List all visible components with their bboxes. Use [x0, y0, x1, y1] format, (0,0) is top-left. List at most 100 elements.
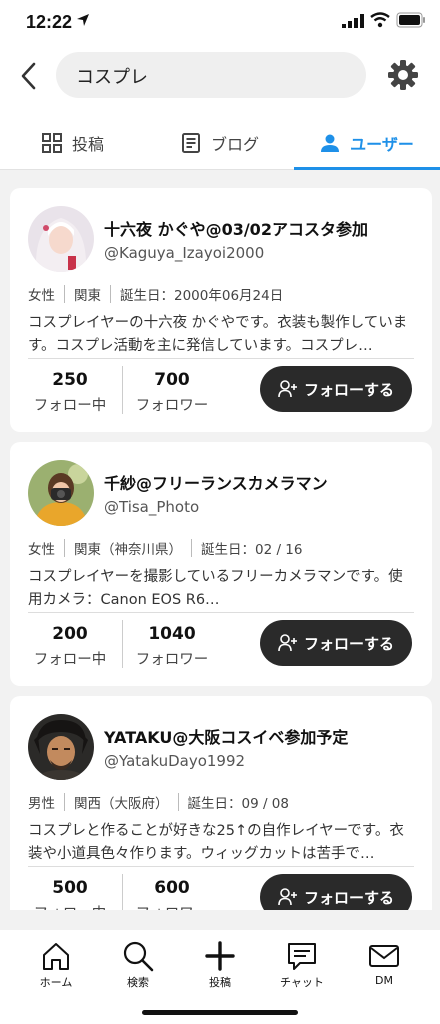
user-list: 十六夜 かぐや@03/02アコスタ参加 @Kaguya_Izayoi2000 女… [0, 170, 440, 910]
add-person-icon [278, 634, 297, 652]
stat-divider [122, 620, 123, 668]
meta-divider [64, 539, 65, 557]
chat-icon [288, 943, 316, 970]
user-gender: 女性 [28, 288, 55, 304]
follow-label: フォローする [303, 380, 394, 399]
nav-dm[interactable]: DM [340, 940, 428, 996]
follow-label: フォローする [303, 634, 394, 653]
back-chevron-icon[interactable] [16, 60, 44, 92]
grid-icon [41, 133, 62, 153]
following-stat[interactable]: 500 フォロー中 [22, 878, 118, 910]
meta-divider [64, 793, 65, 811]
following-stat[interactable]: 200 フォロー中 [22, 624, 118, 669]
followers-stat[interactable]: 700 フォロワー [124, 370, 220, 415]
user-gender: 女性 [28, 542, 55, 558]
follow-label: フォローする [303, 888, 394, 907]
user-card[interactable]: 十六夜 かぐや@03/02アコスタ参加 @Kaguya_Izayoi2000 女… [10, 188, 432, 432]
user-meta: 男性 関西（大阪府） 誕生日：09 / 08 [28, 792, 289, 812]
person-icon [321, 134, 340, 152]
user-name[interactable]: YATAKU@大阪コスイベ参加予定 [104, 724, 348, 748]
user-name[interactable]: 千紗@フリーランスカメラマン [104, 470, 328, 494]
status-time: 12:22 [26, 12, 73, 32]
stat-divider [122, 874, 123, 910]
followers-count: 600 [154, 878, 190, 898]
meta-divider [177, 793, 179, 811]
top-area: 12:22 コスプレ 投稿 ブログ ユーザー [0, 0, 440, 170]
user-gender: 男性 [28, 796, 55, 812]
user-bio: コスプレと作ることが好きな25↑の自作レイヤーです。衣装や小道具色々作ります。ウ… [28, 823, 404, 862]
bottom-nav: ホーム 検索 投稿 チャット DM [0, 930, 440, 1024]
avatar[interactable] [28, 206, 94, 272]
nav-label: DM [375, 974, 393, 987]
user-birthday: 誕生日：02 / 16 [201, 542, 303, 558]
user-meta: 女性 関東（神奈川県） 誕生日：02 / 16 [28, 538, 303, 558]
follow-button[interactable]: フォローする [260, 874, 412, 910]
user-region: 関東（神奈川県） [74, 542, 182, 558]
user-birthday: 誕生日：2000年06月24日 [120, 288, 284, 304]
search-header: コスプレ [0, 48, 440, 104]
meta-divider [110, 285, 111, 303]
home-indicator [142, 1010, 298, 1015]
wifi-icon [370, 12, 390, 28]
stat-divider [122, 366, 123, 414]
card-divider [28, 358, 414, 359]
card-divider [28, 866, 414, 867]
follow-button[interactable]: フォローする [260, 620, 412, 666]
follow-button[interactable]: フォローする [260, 366, 412, 412]
followers-count: 700 [154, 370, 190, 390]
document-icon [181, 133, 200, 153]
nav-label: 投稿 [209, 976, 231, 989]
meta-divider [64, 285, 65, 303]
user-bio: コスプレイヤーの十六夜 かぐやです。衣装も製作しています。コスプレ活動を主に発信… [28, 315, 408, 354]
followers-count: 1040 [148, 624, 196, 644]
avatar[interactable] [28, 460, 94, 526]
following-count: 200 [52, 624, 88, 644]
cellular-signal-icon [342, 14, 364, 28]
tab-label: 投稿 [71, 135, 104, 154]
nav-label: ホーム [39, 976, 73, 989]
search-icon [123, 941, 154, 972]
tab-bar: 投稿 ブログ ユーザー [0, 116, 440, 170]
user-handle: @Kaguya_Izayoi2000 [104, 244, 265, 262]
followers-label: フォロワー [124, 902, 220, 910]
user-meta: 女性 関東 誕生日：2000年06月24日 [28, 284, 283, 304]
nav-chat[interactable]: チャット [258, 940, 346, 996]
meta-divider [191, 539, 192, 557]
following-count: 500 [52, 878, 88, 898]
user-region: 関東 [74, 288, 101, 304]
user-bio: コスプレイヤーを撮影しているフリーカメラマンです。使用カメラ：Canon EOS… [28, 569, 403, 608]
user-name[interactable]: 十六夜 かぐや@03/02アコスタ参加 [104, 216, 368, 240]
nav-label: 検索 [127, 976, 149, 989]
avatar[interactable] [28, 714, 94, 780]
nav-post[interactable]: 投稿 [176, 940, 264, 996]
tab-blog[interactable]: ブログ [146, 116, 294, 170]
user-card[interactable]: 千紗@フリーランスカメラマン @Tisa_Photo 女性 関東（神奈川県） 誕… [10, 442, 432, 686]
add-person-icon [278, 380, 297, 398]
followers-stat[interactable]: 1040 フォロワー [124, 624, 220, 669]
gear-icon[interactable] [386, 58, 420, 92]
nav-home[interactable]: ホーム [12, 940, 100, 996]
tab-label: ユーザー [350, 135, 414, 154]
user-birthday: 誕生日：09 / 08 [187, 796, 290, 812]
user-region: 関西（大阪府） [74, 796, 169, 812]
card-divider [28, 612, 414, 613]
search-input[interactable]: コスプレ [56, 52, 366, 98]
followers-label: フォロワー [135, 652, 209, 668]
following-count: 250 [52, 370, 88, 390]
mail-icon [369, 945, 399, 967]
location-arrow-icon [77, 14, 89, 26]
tab-users[interactable]: ユーザー [294, 116, 440, 170]
user-handle: @YatakuDayo1992 [104, 752, 246, 770]
following-label: フォロー中 [33, 398, 107, 414]
following-stat[interactable]: 250 フォロー中 [22, 370, 118, 415]
followers-label: フォロワー [135, 398, 209, 414]
home-icon [43, 943, 69, 970]
user-card[interactable]: YATAKU@大阪コスイベ参加予定 @YatakuDayo1992 男性 関西（… [10, 696, 432, 910]
nav-search[interactable]: 検索 [94, 940, 182, 996]
battery-icon [396, 12, 425, 28]
plus-icon [205, 941, 235, 971]
tab-posts[interactable]: 投稿 [0, 116, 146, 170]
following-label: フォロー中 [22, 902, 118, 910]
user-handle: @Tisa_Photo [104, 498, 200, 516]
followers-stat[interactable]: 600 フォロワー [124, 878, 220, 910]
